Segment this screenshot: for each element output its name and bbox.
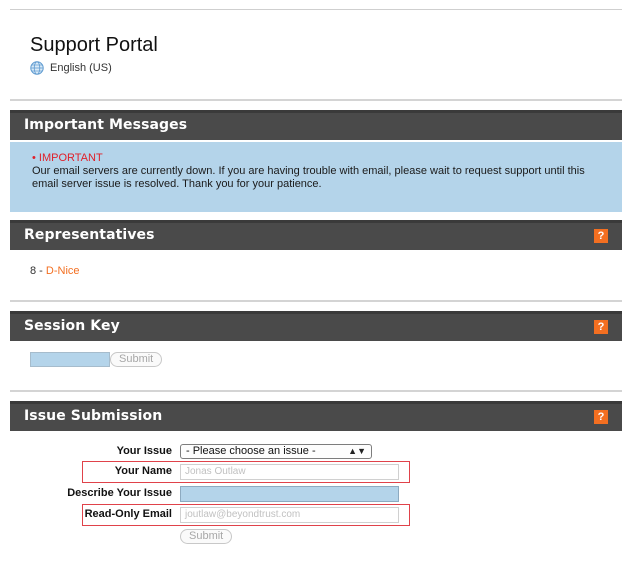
session-key-input[interactable]: [30, 352, 110, 367]
important-messages-bar: Important Messages: [10, 110, 622, 140]
form-row-email: Read-Only Email joutlaw@beyondtrust.com: [0, 505, 622, 525]
name-label: Your Name: [114, 465, 172, 477]
header-divider: [10, 99, 622, 101]
help-icon[interactable]: ?: [594, 229, 608, 243]
section-title: Representatives: [24, 227, 155, 243]
important-message-box: • IMPORTANT Our email servers are curren…: [10, 142, 622, 212]
issue-label: Your Issue: [116, 445, 172, 457]
email-label: Read-Only Email: [84, 508, 172, 520]
describe-issue-field[interactable]: [180, 486, 399, 502]
help-icon[interactable]: ?: [594, 320, 608, 334]
help-icon[interactable]: ?: [594, 410, 608, 424]
email-field: joutlaw@beyondtrust.com: [180, 507, 399, 523]
session-key-submit-button[interactable]: Submit: [110, 352, 163, 367]
language-label[interactable]: English (US): [50, 62, 112, 74]
issue-submission-bar: Issue Submission ?: [10, 401, 622, 431]
section-title: Session Key: [24, 318, 120, 334]
language-selector[interactable]: English (US): [30, 61, 158, 75]
representative-id: 8 -: [30, 265, 46, 277]
globe-icon: [30, 61, 44, 75]
representative-link[interactable]: D-Nice: [46, 265, 80, 277]
form-row-name: Your Name Jonas Outlaw: [0, 462, 622, 482]
section-divider: [10, 390, 622, 392]
select-arrows-icon: ▲▼: [348, 446, 366, 456]
section-title: Important Messages: [24, 117, 188, 133]
page-title: Support Portal: [30, 34, 158, 56]
session-key-row: Submit: [30, 352, 163, 367]
issue-submit-button[interactable]: Submit: [180, 529, 233, 544]
top-divider: [10, 9, 622, 10]
portal-header: Support Portal English (US): [30, 33, 158, 75]
section-divider: [10, 300, 622, 302]
representatives-bar: Representatives ?: [10, 220, 622, 250]
representative-entry: 8 - D-Nice: [30, 265, 80, 277]
form-row-issue: Your Issue - Please choose an issue - ▲▼: [0, 442, 622, 462]
section-title: Issue Submission: [24, 408, 163, 424]
form-row-describe: Describe Your Issue: [0, 484, 622, 504]
name-field[interactable]: Jonas Outlaw: [180, 464, 399, 480]
important-message-text: Our email servers are currently down. If…: [32, 165, 585, 190]
session-key-bar: Session Key ?: [10, 311, 622, 341]
describe-label: Describe Your Issue: [67, 487, 172, 499]
issue-select[interactable]: - Please choose an issue - ▲▼: [180, 444, 372, 459]
issue-select-value: - Please choose an issue -: [186, 445, 316, 457]
form-row-submit: Submit: [0, 527, 622, 547]
important-label: • IMPORTANT: [32, 152, 103, 164]
